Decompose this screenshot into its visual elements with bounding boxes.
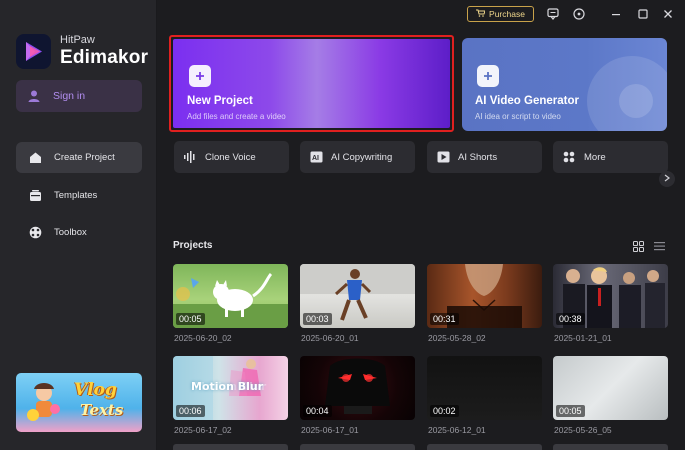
chevron-right-icon [664,174,670,184]
ai-video-generator-title: AI Video Generator [475,95,579,107]
new-project-subtitle: Add files and create a video [187,112,286,121]
sign-in-button[interactable]: Sign in [16,80,142,112]
scroll-right-button[interactable] [659,171,675,187]
sidebar-item-create-project[interactable]: Create Project [16,142,142,173]
plus-icon [477,65,499,87]
project-date: 2025-06-20_01 [301,333,359,343]
duration-badge: 00:31 [430,313,459,325]
duration-badge: 00:05 [556,405,585,417]
shorts-icon [436,150,450,164]
ai-copywriting-label: AI Copywriting [331,151,393,163]
project-date: 2025-05-26_05 [554,425,612,435]
sidebar-item-label: Toolbox [54,227,87,238]
project-date: 2025-06-17_02 [174,425,232,435]
sidebar-item-toolbox[interactable]: Toolbox [16,217,142,248]
purchase-label: Purchase [489,9,525,19]
edimakor-logo-icon [16,34,51,69]
home-icon [28,151,42,165]
grid-dots-icon [562,150,576,164]
cart-icon [476,9,486,19]
decorative-circle [619,84,653,118]
maximize-icon[interactable] [635,6,651,22]
project-thumbnail[interactable]: 00:02 [427,356,542,420]
project-date: 2025-06-12_01 [428,425,486,435]
vlog-texts-promo-banner[interactable]: Vlog Texts [16,373,142,432]
promo-character-illustration [24,379,64,429]
project-thumbnail[interactable]: 00:31 [427,264,542,328]
project-thumbnail-partial [553,444,668,450]
promo-title-line2: Texts [80,401,124,419]
duration-badge: 00:38 [556,313,585,325]
clone-voice-button[interactable]: Clone Voice [174,141,289,173]
duration-badge: 00:05 [176,313,205,325]
toolbox-icon [28,226,42,240]
thumbnail-overlay-text: Motion Blur [191,380,264,393]
help-icon[interactable] [571,6,587,22]
project-date: 2025-06-20_02 [174,333,232,343]
more-tools-button[interactable]: More [553,141,668,173]
promo-title-line1: Vlog [74,380,117,400]
project-thumbnail[interactable]: 00:03 [300,264,415,328]
project-thumbnail[interactable]: Motion Blur 00:06 [173,356,288,420]
user-icon [27,89,41,103]
app-logo: HitPaw Edimakor [16,34,148,69]
list-view-icon[interactable] [652,239,666,253]
project-thumbnail-partial [173,444,288,450]
plus-icon [189,65,211,87]
sidebar: HitPaw Edimakor Sign in Create Project T… [0,0,157,450]
grid-view-icon[interactable] [631,239,645,253]
ai-video-generator-card[interactable]: AI Video Generator AI idea or script to … [462,38,667,131]
templates-icon [28,189,42,203]
duration-badge: 00:02 [430,405,459,417]
ai-copywriting-button[interactable]: AI AI Copywriting [300,141,415,173]
new-project-title: New Project [187,95,253,107]
projects-heading: Projects [173,240,213,251]
project-thumbnail-partial [300,444,415,450]
project-thumbnail[interactable]: 00:05 [173,264,288,328]
waveform-icon [183,150,197,164]
duration-badge: 00:03 [303,313,332,325]
clone-voice-label: Clone Voice [205,151,256,163]
sign-in-label: Sign in [53,90,86,102]
feedback-icon[interactable] [545,6,561,22]
duration-badge: 00:04 [303,405,332,417]
more-tools-label: More [584,151,606,163]
project-thumbnail[interactable]: 00:38 [553,264,668,328]
brand-big: Edimakor [60,47,149,68]
ai-shorts-label: AI Shorts [458,151,498,163]
project-date: 2025-06-17_01 [301,425,359,435]
project-thumbnail-partial [427,444,542,450]
project-date: 2025-05-28_02 [428,333,486,343]
sidebar-item-label: Templates [54,190,98,201]
purchase-button[interactable]: Purchase [467,6,534,22]
project-thumbnail[interactable]: 00:05 [553,356,668,420]
new-project-card[interactable]: New Project Add files and create a video [169,35,454,132]
svg-text:AI: AI [312,155,319,162]
minimize-icon[interactable] [608,6,624,22]
ai-video-generator-subtitle: AI idea or script to video [475,112,561,121]
ai-shorts-button[interactable]: AI Shorts [427,141,542,173]
sidebar-item-label: Create Project [54,152,115,163]
duration-badge: 00:06 [176,405,205,417]
copywriting-icon: AI [309,150,323,164]
project-thumbnail[interactable]: 00:04 [300,356,415,420]
sidebar-item-templates[interactable]: Templates [16,180,142,211]
brand-small: HitPaw [60,34,95,46]
close-icon[interactable] [660,6,676,22]
project-date: 2025-01-21_01 [554,333,612,343]
